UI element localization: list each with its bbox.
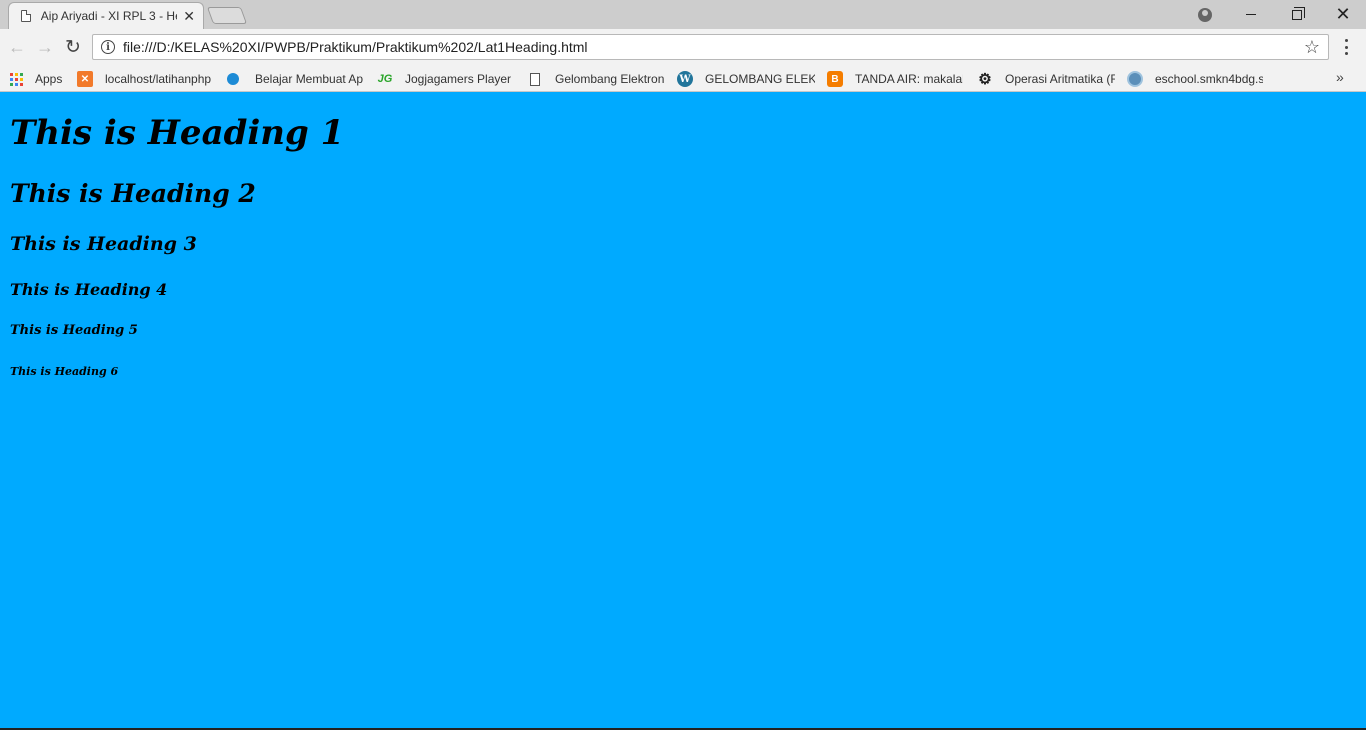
bookmark-star-icon[interactable]: ☆	[1304, 37, 1320, 58]
address-bar[interactable]: i file:///D:/KELAS%20XI/PWPB/Praktikum/P…	[92, 34, 1329, 60]
profile-button[interactable]	[1182, 0, 1228, 29]
bookmark-label: eschool.smkn4bdg.s	[1155, 72, 1263, 86]
bookmarks-overflow-button[interactable]: »	[1336, 69, 1344, 85]
bookmark-belajar[interactable]: Belajar Membuat Ap	[227, 69, 365, 89]
bookmark-label: GELOMBANG ELEKTF	[705, 72, 815, 86]
xampp-icon: ✕	[77, 71, 93, 87]
browser-toolbar: ← → ↻ i file:///D:/KELAS%20XI/PWPB/Prakt…	[0, 29, 1366, 65]
minimize-button[interactable]	[1228, 0, 1274, 29]
reload-button[interactable]: ↻	[62, 36, 84, 58]
bookmark-apps[interactable]: Apps	[10, 69, 62, 89]
page-icon	[527, 71, 543, 87]
tab-title: Aip Ariyadi - XI RPL 3 - Hea	[40, 9, 178, 23]
heading-4: This is Heading 4	[10, 280, 168, 299]
school-logo-icon	[1127, 71, 1143, 87]
bookmark-label: TANDA AIR: makalah	[855, 72, 963, 86]
bookmark-label: localhost/latihanphp	[105, 72, 212, 86]
address-url[interactable]: file:///D:/KELAS%20XI/PWPB/Praktikum/Pra…	[123, 39, 588, 55]
new-tab-button[interactable]	[206, 7, 248, 24]
restore-button[interactable]	[1274, 0, 1320, 29]
heading-5: This is Heading 5	[10, 323, 138, 338]
bookmark-tanda-air[interactable]: B TANDA AIR: makalah	[827, 69, 963, 89]
bookmark-operasi[interactable]: ⚙ Operasi Aritmatika (F	[977, 69, 1115, 89]
page-content: This is Heading 1 This is Heading 2 This…	[0, 93, 1366, 728]
bookmark-gelombang[interactable]: Gelombang Elektron	[527, 69, 665, 89]
profile-icon	[1198, 7, 1212, 22]
restore-icon	[1292, 6, 1305, 20]
bookmark-label: Apps	[35, 72, 63, 86]
heading-6: This is Heading 6	[10, 365, 119, 378]
menu-dot	[1344, 52, 1348, 55]
site-info-icon[interactable]: i	[101, 40, 115, 54]
browser-tab[interactable]: Aip Ariyadi - XI RPL 3 - Hea ✕	[8, 2, 204, 29]
page-icon	[21, 10, 31, 22]
bookmark-label: Belajar Membuat Ap	[255, 72, 364, 86]
blue-bird-icon	[227, 73, 239, 85]
bookmark-localhost[interactable]: ✕ localhost/latihanphp	[77, 69, 215, 89]
apps-grid-icon	[10, 72, 23, 86]
wordpress-icon: W	[677, 71, 693, 87]
heading-1: This is Heading 1	[10, 113, 345, 153]
close-window-button[interactable]: ✕	[1320, 0, 1366, 29]
minimize-icon	[1246, 14, 1256, 15]
title-bar: Aip Ariyadi - XI RPL 3 - Hea ✕ ✕	[0, 0, 1366, 29]
bookmarks-bar: Apps ✕ localhost/latihanphp Belajar Memb…	[0, 65, 1366, 92]
heading-2: This is Heading 2	[10, 179, 256, 208]
menu-dot	[1344, 45, 1348, 49]
bookmark-label: Operasi Aritmatika (F	[1005, 72, 1115, 86]
bookmark-gelombang-elektro[interactable]: W GELOMBANG ELEKTF	[677, 69, 815, 89]
jg-icon: JG	[377, 73, 393, 85]
heading-3: This is Heading 3	[10, 233, 197, 255]
bookmark-eschool[interactable]: eschool.smkn4bdg.s	[1127, 69, 1263, 89]
tab-close-icon[interactable]: ✕	[183, 9, 195, 23]
blogger-icon: B	[827, 71, 843, 87]
bookmark-jogjagamers[interactable]: JG Jogjagamers Player F	[377, 69, 515, 89]
gears-icon: ⚙	[978, 71, 992, 88]
bookmark-label: Jogjagamers Player F	[405, 72, 515, 86]
browser-menu-button[interactable]	[1340, 37, 1352, 57]
forward-button[interactable]: →	[34, 36, 56, 58]
back-button[interactable]: ←	[6, 36, 28, 58]
bookmark-label: Gelombang Elektron	[555, 72, 665, 86]
menu-dot	[1344, 39, 1348, 42]
